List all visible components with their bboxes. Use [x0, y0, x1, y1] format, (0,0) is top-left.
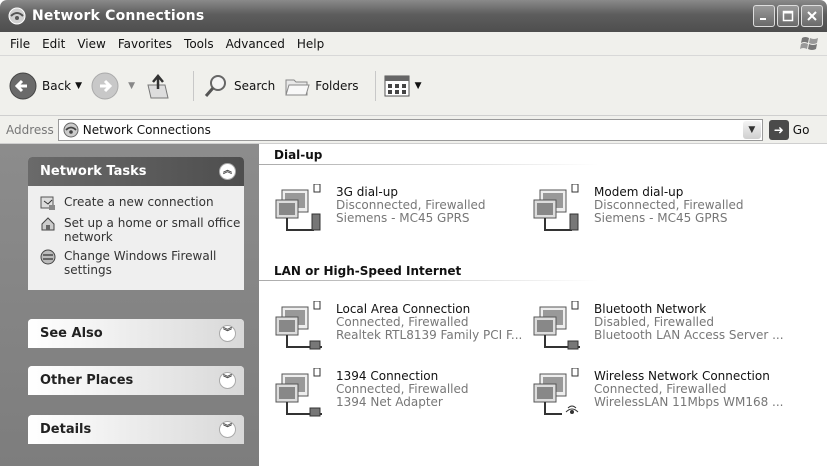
views-button[interactable]: ▼	[384, 75, 422, 97]
address-label: Address	[6, 122, 54, 137]
title-bar[interactable]: Network Connections	[0, 0, 827, 32]
network-connections-icon	[63, 122, 79, 137]
chevron-down-icon[interactable]: ▼	[742, 120, 761, 139]
bluetooth-connection-icon	[533, 301, 580, 350]
chevron-down-icon[interactable]: ▼	[128, 81, 135, 91]
toolbar-separator	[192, 70, 194, 101]
connection-device: Siemens - MC45 GPRS	[336, 211, 470, 225]
connection-device: WirelessLAN 11Mbps WM168 ...	[594, 395, 784, 409]
menu-help[interactable]: Help	[291, 37, 330, 51]
toolbar: Back ▼ ▼ Search Folders ▼	[0, 56, 827, 116]
other-places-header[interactable]: Other Places ︾	[28, 366, 244, 395]
connection-bluetooth[interactable]: Bluetooth Network Disabled, Firewalled B…	[532, 301, 784, 353]
collapse-icon[interactable]: ︽	[219, 163, 236, 180]
up-folder-button[interactable]	[143, 71, 177, 101]
close-button[interactable]	[801, 5, 823, 27]
see-also-header[interactable]: See Also ︾	[28, 319, 244, 348]
expand-icon[interactable]: ︾	[219, 421, 236, 438]
forward-button[interactable]: ▼	[90, 71, 135, 101]
search-label: Search	[233, 78, 276, 93]
connection-device: Realtek RTL8139 Family PCI F...	[336, 328, 523, 342]
home-network-link[interactable]: Set up a home or small office network	[40, 216, 244, 244]
up-folder-icon	[147, 73, 169, 98]
search-icon	[204, 74, 226, 97]
details-header[interactable]: Details ︾	[28, 415, 244, 444]
connection-device: Bluetooth LAN Access Server ...	[594, 328, 784, 342]
menu-view[interactable]: View	[71, 37, 111, 51]
new-connection-icon	[40, 196, 55, 210]
group-divider	[259, 280, 599, 281]
folders-icon	[285, 79, 310, 95]
forward-arrow-icon	[91, 72, 119, 99]
chevron-down-icon[interactable]: ▼	[75, 81, 82, 91]
menu-favorites[interactable]: Favorites	[112, 37, 178, 51]
back-label: Back	[42, 78, 72, 93]
search-button[interactable]: Search	[202, 72, 275, 100]
folders-button[interactable]: Folders	[283, 72, 359, 100]
folders-label: Folders	[315, 78, 359, 93]
windows-logo-icon	[800, 37, 818, 50]
connection-modem-dialup[interactable]: Modem dial-up Disconnected, Firewalled S…	[532, 184, 744, 236]
close-icon	[807, 11, 817, 21]
firewall-settings-label: Change Windows Firewall settings	[64, 249, 217, 277]
chevron-down-icon[interactable]: ▼	[415, 81, 422, 91]
views-icon	[384, 75, 410, 96]
see-also-title: See Also	[40, 326, 103, 341]
connection-device: Siemens - MC45 GPRS	[594, 211, 728, 225]
expand-icon[interactable]: ︾	[219, 372, 236, 389]
go-label: Go	[792, 122, 810, 137]
other-places-title: Other Places	[40, 373, 134, 388]
connection-wireless[interactable]: Wireless Network Connection Connected, F…	[532, 368, 783, 420]
toolbar-separator	[374, 70, 376, 101]
maximize-icon	[782, 10, 794, 22]
menu-tools[interactable]: Tools	[178, 37, 220, 51]
minimize-button[interactable]	[753, 5, 775, 27]
dialup-group-header: Dial-up	[274, 148, 323, 162]
task-pane: Network Tasks ︽ Create a new connection …	[0, 144, 259, 466]
go-button[interactable]: ➜ Go	[768, 119, 810, 140]
lan-connection-icon	[275, 368, 322, 417]
lan-connection-icon	[275, 301, 322, 350]
create-connection-link[interactable]: Create a new connection	[40, 195, 244, 211]
back-arrow-icon	[9, 72, 37, 99]
network-tasks-header[interactable]: Network Tasks ︽	[28, 157, 244, 186]
go-arrow-icon: ➜	[768, 119, 789, 140]
address-value: Network Connections	[82, 122, 211, 137]
details-title: Details	[40, 422, 92, 437]
firewall-settings-link[interactable]: Change Windows Firewall settings	[40, 249, 244, 277]
back-button[interactable]: Back ▼	[8, 71, 82, 101]
network-tasks-body: Create a new connection Set up a home or…	[28, 186, 244, 290]
connections-view: Dial-up 3G dial-up Disconnected, Firewal…	[259, 144, 827, 466]
window-title: Network Connections	[32, 8, 205, 24]
connection-1394[interactable]: 1394 Connection Connected, Firewalled 13…	[274, 368, 469, 420]
connection-3g-dialup[interactable]: 3G dial-up Disconnected, Firewalled Siem…	[274, 184, 486, 236]
address-bar: Address Network Connections ▼ ➜ Go	[0, 116, 827, 144]
menu-file[interactable]: File	[4, 37, 36, 51]
wireless-connection-icon	[533, 368, 579, 415]
network-tasks-title: Network Tasks	[40, 164, 147, 179]
menu-advanced[interactable]: Advanced	[220, 37, 291, 51]
network-tasks-panel: Network Tasks ︽ Create a new connection …	[28, 157, 244, 290]
menu-bar: File Edit View Favorites Tools Advanced …	[0, 32, 827, 56]
home-network-icon	[41, 217, 55, 231]
minimize-icon	[760, 18, 766, 20]
address-input[interactable]: Network Connections ▼	[57, 118, 763, 141]
expand-icon[interactable]: ︾	[219, 325, 236, 342]
other-places-panel: Other Places ︾	[28, 366, 244, 395]
firewall-icon	[40, 249, 56, 265]
see-also-panel: See Also ︾	[28, 319, 244, 348]
dialup-connection-icon	[533, 184, 579, 231]
lan-group-header: LAN or High-Speed Internet	[274, 264, 462, 278]
dialup-connection-icon	[275, 184, 321, 231]
network-connections-icon	[8, 7, 26, 25]
home-network-label: Set up a home or small office network	[64, 216, 241, 244]
create-connection-label: Create a new connection	[64, 195, 214, 209]
maximize-button[interactable]	[777, 5, 799, 27]
connection-local-area[interactable]: Local Area Connection Connected, Firewal…	[274, 301, 522, 353]
menu-edit[interactable]: Edit	[36, 37, 71, 51]
connection-device: 1394 Net Adapter	[336, 395, 443, 409]
details-panel: Details ︾	[28, 415, 244, 444]
group-divider	[259, 164, 599, 165]
